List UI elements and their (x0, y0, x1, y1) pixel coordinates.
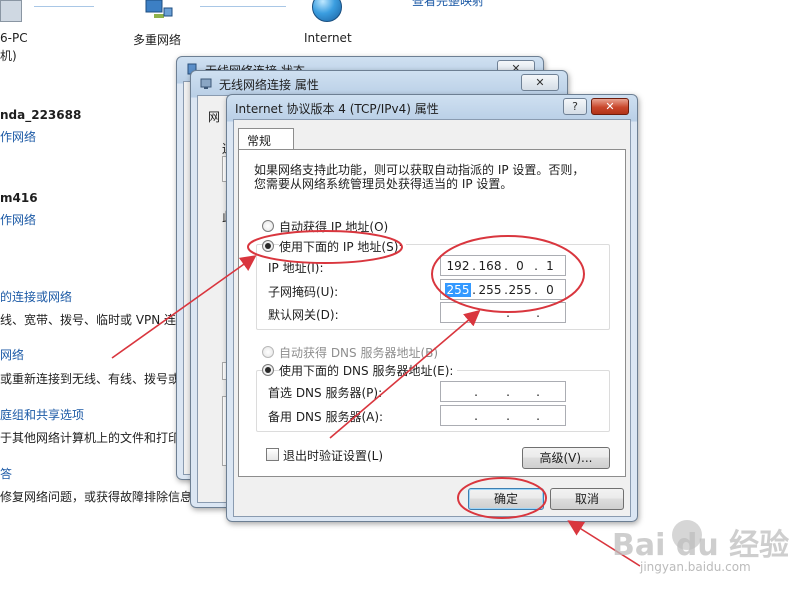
ip-octet-4: 1 (546, 259, 554, 273)
pc-sub-label: 机) (0, 49, 17, 63)
mask-octet-2: 255 (478, 283, 502, 297)
dns-dot: . (536, 409, 540, 423)
network-name: m416 (0, 191, 38, 205)
close-button[interactable]: ✕ (591, 98, 629, 115)
task-desc: 于其他网络计算机上的文件和打印 (0, 431, 181, 445)
multi-network-icon (142, 0, 176, 26)
map-link-line (34, 6, 94, 7)
gateway-dot: . (536, 306, 540, 320)
gateway-input[interactable]: . . . (440, 302, 566, 323)
manual-ip-label: 使用下面的 IP 地址(S): (279, 238, 407, 255)
network-type-link[interactable]: 作网络 (0, 128, 36, 145)
alternate-dns-input[interactable]: . . . (440, 405, 566, 426)
task-desc: 或重新连接到无线、有线、拨号或 (0, 372, 181, 386)
dns-dot: . (506, 385, 510, 399)
cancel-button[interactable]: 取消 (550, 488, 624, 510)
ip-address-label: IP 地址(I): (268, 261, 324, 275)
props-tab-fragment[interactable]: 网 (208, 108, 220, 125)
baidu-watermark: Bai du 经验 (612, 528, 790, 563)
dns-dot: . (474, 385, 478, 399)
map-link-line (200, 6, 286, 7)
task-desc: 线、宽带、拨号、临时或 VPN 连 (0, 313, 177, 327)
manual-ip-radio[interactable] (262, 240, 274, 252)
network-type-link[interactable]: 作网络 (0, 211, 36, 228)
auto-ip-label: 自动获得 IP 地址(O) (279, 220, 389, 234)
ip-octet-3: 0 (516, 259, 524, 273)
manual-dns-label: 使用下面的 DNS 服务器地址(E): (279, 362, 458, 379)
task-desc: 修复网络问题，或获得故障排除信息。 (0, 490, 205, 504)
task-setup-connection-link[interactable]: 的连接或网络 (0, 288, 72, 305)
auto-dns-radio[interactable] (262, 346, 274, 358)
dns-dot: . (506, 409, 510, 423)
gateway-label: 默认网关(D): (268, 308, 339, 322)
auto-ip-radio[interactable] (262, 220, 274, 232)
tab-general[interactable]: 常规 (238, 128, 294, 150)
preferred-dns-input[interactable]: . . . (440, 381, 566, 402)
mask-octet-3: 255 (508, 283, 532, 297)
pc-icon (0, 0, 22, 22)
baidu-watermark-url: jingyan.baidu.com (640, 560, 751, 574)
window-title: 无线网络连接 属性 (219, 78, 319, 92)
task-homegroup-link[interactable]: 庭组和共享选项 (0, 406, 84, 423)
advanced-button[interactable]: 高级(V)... (522, 447, 610, 469)
pc-label: 6-PC (0, 31, 28, 45)
close-button[interactable]: ✕ (521, 74, 559, 91)
network-adapter-icon (199, 76, 213, 90)
internet-globe-icon (312, 0, 342, 22)
ip-address-input[interactable]: 192 . 168 . 0 . 1 (440, 255, 566, 276)
dialog-title: Internet 协议版本 4 (TCP/IPv4) 属性 (235, 102, 439, 116)
mask-octet-1: 255 (445, 283, 471, 297)
view-full-map-link[interactable]: 查看完整映射 (412, 0, 484, 9)
alternate-dns-label: 备用 DNS 服务器(A): (268, 410, 384, 424)
dns-dot: . (474, 409, 478, 423)
subnet-mask-input[interactable]: 255 . 255 . 255 . 0 (440, 279, 566, 300)
ip-octet-2: 168 (478, 259, 502, 273)
ip-octet-1: 192 (446, 259, 470, 273)
ok-button[interactable]: 确定 (468, 488, 544, 510)
dns-dot: . (536, 385, 540, 399)
subnet-mask-label: 子网掩码(U): (268, 285, 339, 299)
help-button[interactable]: ? (563, 98, 587, 115)
manual-dns-radio[interactable] (262, 364, 274, 376)
preferred-dns-label: 首选 DNS 服务器(P): (268, 386, 383, 400)
gateway-dot: . (506, 306, 510, 320)
multi-network-label: 多重网络 (133, 33, 182, 47)
internet-label: Internet (304, 31, 352, 45)
validate-on-exit-checkbox[interactable] (266, 448, 279, 461)
network-name: nda_223688 (0, 108, 82, 122)
auto-dns-label: 自动获得 DNS 服务器地址(B) (279, 346, 439, 360)
mask-octet-4: 0 (546, 283, 554, 297)
task-troubleshoot-link[interactable]: 答 (0, 465, 12, 482)
validate-on-exit-label: 退出时验证设置(L) (283, 449, 384, 463)
intro-line-2: 您需要从网络系统管理员处获得适当的 IP 设置。 (254, 177, 513, 191)
task-connect-network-link[interactable]: 网络 (0, 346, 24, 363)
gateway-dot: . (474, 306, 478, 320)
